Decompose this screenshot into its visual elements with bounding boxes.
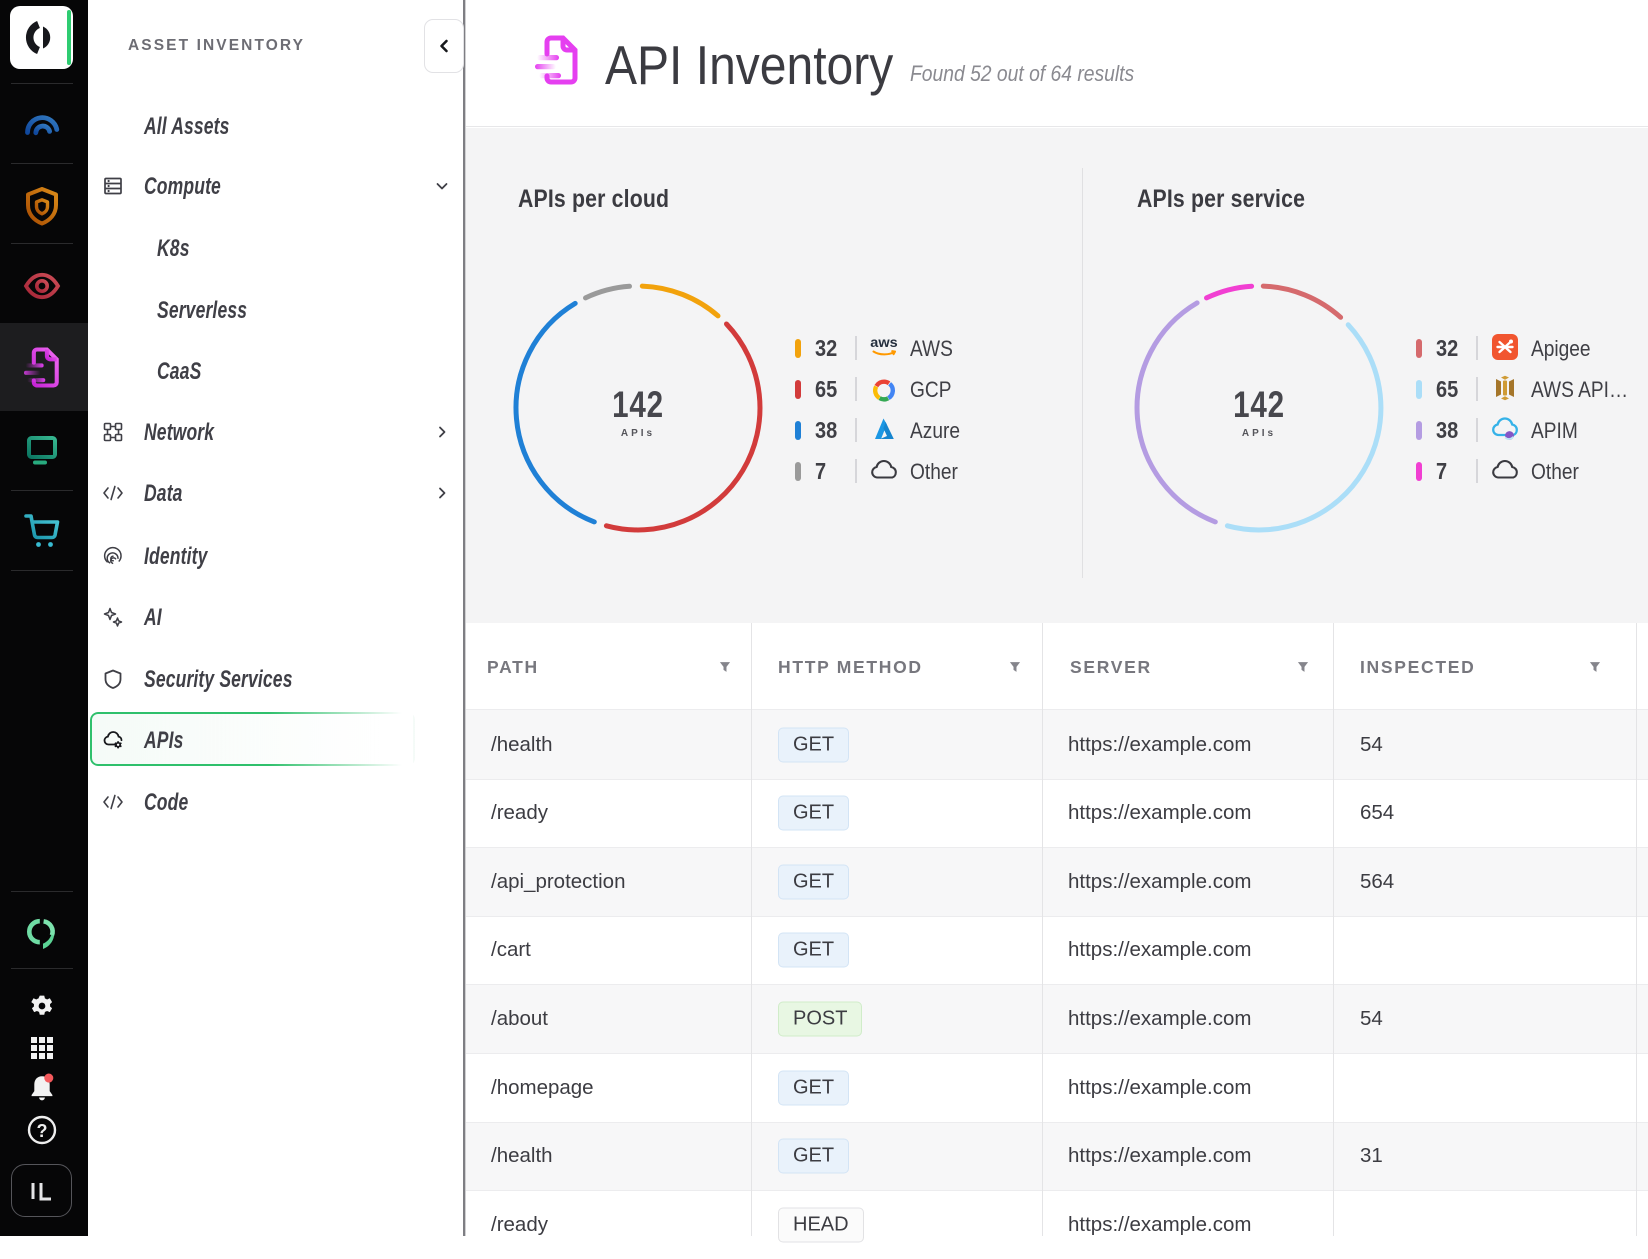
svg-text:aws: aws <box>870 335 897 351</box>
svg-text:?: ? <box>37 1121 48 1141</box>
